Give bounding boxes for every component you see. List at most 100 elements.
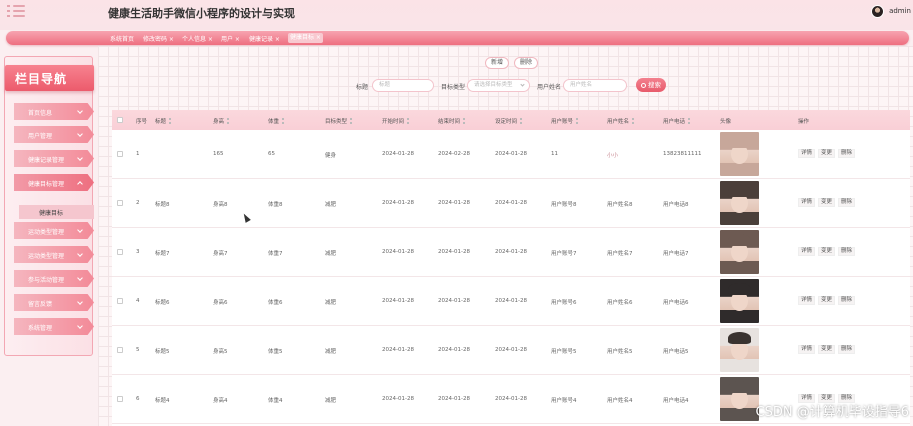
edit-row-button[interactable]: 变更	[818, 296, 836, 305]
cell-no: 6	[136, 396, 140, 402]
delete-row-button[interactable]: 删除	[838, 247, 856, 256]
column-header[interactable]: 标题	[155, 117, 173, 125]
column-header[interactable]: 设定时间	[495, 117, 524, 125]
column-header[interactable]: 用户账号	[551, 117, 580, 125]
cell-end: 2024-01-28	[438, 249, 470, 255]
cell-phone: 用户电话7	[663, 251, 689, 257]
search-button[interactable]: 搜索	[636, 78, 666, 92]
column-header[interactable]: 体重	[268, 117, 286, 125]
cell-height: 身高8	[213, 202, 228, 208]
cell-type: 减肥	[325, 398, 337, 404]
delete-row-button[interactable]: 删除	[838, 198, 856, 207]
edit-row-button[interactable]: 变更	[818, 149, 836, 158]
tab-label: 用户	[221, 36, 234, 43]
cell-name: 用户姓名8	[607, 202, 633, 208]
tab-label: 健康记录	[249, 36, 274, 43]
sidebar-item-label: 运动类型管理	[28, 253, 65, 260]
name-filter-input[interactable]: 用户姓名	[563, 79, 627, 92]
column-header-label: 结束时间	[438, 119, 461, 125]
cell-title: 标题4	[155, 398, 170, 404]
cell-phone: 用户电话6	[663, 300, 689, 306]
cell-start: 2024-01-28	[382, 298, 414, 304]
delete-row-button[interactable]: 删除	[838, 149, 856, 158]
title-filter-input[interactable]: 标题	[372, 79, 434, 92]
row-checkbox[interactable]	[117, 347, 123, 353]
cell-no: 5	[136, 347, 140, 353]
user-name: admin	[889, 7, 911, 15]
row-checkbox[interactable]	[117, 151, 123, 157]
column-header[interactable]: 用户姓名	[607, 117, 636, 125]
tab-4[interactable]: 健康记录 ×	[249, 34, 280, 43]
delete-button[interactable]: 删除	[514, 57, 538, 69]
cell-end: 2024-01-28	[438, 347, 470, 353]
sidebar-item-7[interactable]: 留言反馈	[14, 294, 94, 311]
tab-1[interactable]: 修改密码 ×	[143, 34, 174, 43]
row-checkbox[interactable]	[117, 298, 123, 304]
sidebar-item-4[interactable]: 运动类型管理	[14, 222, 94, 239]
cell-account: 用户账号6	[551, 300, 577, 306]
detail-row-button[interactable]: 详情	[798, 247, 816, 256]
select-all-checkbox[interactable]	[117, 117, 123, 123]
row-checkbox[interactable]	[117, 396, 123, 402]
column-header[interactable]: 结束时间	[438, 117, 467, 125]
column-header[interactable]: 开始时间	[382, 117, 411, 125]
add-button[interactable]: 新增	[485, 57, 509, 69]
tab-5[interactable]: 健康目标 ×	[288, 33, 323, 43]
tab-0[interactable]: 系统首页	[110, 34, 134, 43]
column-header[interactable]: 用户电话	[663, 117, 692, 125]
cell-end: 2024-01-28	[438, 200, 470, 206]
cell-height: 身高5	[213, 349, 228, 355]
type-filter-select[interactable]: 请选择目标类型	[467, 79, 530, 92]
cell-weight: 体重6	[268, 300, 283, 306]
column-header[interactable]: 身高	[213, 117, 231, 125]
close-icon[interactable]: ×	[273, 36, 280, 43]
sidebar-item-3[interactable]: 健康目标管理	[14, 174, 94, 191]
edit-row-button[interactable]: 变更	[818, 345, 836, 354]
delete-row-button[interactable]: 删除	[838, 296, 856, 305]
sidebar-item-0[interactable]: 首页信息	[14, 103, 94, 120]
user-menu[interactable]: admin	[871, 3, 911, 19]
tab-2[interactable]: 个人信息 ×	[182, 34, 213, 43]
detail-row-button[interactable]: 详情	[798, 345, 816, 354]
cell-set: 2024-01-28	[495, 151, 527, 157]
detail-row-button[interactable]: 详情	[798, 296, 816, 305]
avatar	[720, 328, 759, 372]
detail-row-button[interactable]: 详情	[798, 149, 816, 158]
edit-row-button[interactable]: 变更	[818, 198, 836, 207]
column-header-label: 用户姓名	[607, 119, 630, 125]
menu-icon[interactable]	[6, 2, 26, 22]
cell-start: 2024-01-28	[382, 151, 414, 157]
cell-weight: 体重8	[268, 202, 283, 208]
column-header-label: 用户账号	[551, 119, 574, 125]
cell-no: 1	[136, 151, 140, 157]
column-header[interactable]: 目标类型	[325, 117, 354, 125]
table-row: 1 165 65 健身 2024-01-28 2024-02-28 2024-01-28 11…	[112, 130, 910, 179]
close-icon[interactable]: ×	[314, 34, 321, 41]
row-checkbox[interactable]	[117, 249, 123, 255]
close-icon[interactable]: ×	[167, 36, 174, 43]
tab-3[interactable]: 用户 ×	[221, 34, 240, 43]
tab-label: 个人信息	[182, 36, 207, 43]
sidebar-item-6[interactable]: 参与活动管理	[14, 270, 94, 287]
top-bar: 健康生活助手微信小程序的设计与实现 admin	[0, 0, 913, 30]
detail-row-button[interactable]: 详情	[798, 198, 816, 207]
cell-type: 减肥	[325, 349, 337, 355]
sidebar-item-5[interactable]: 运动类型管理	[14, 246, 94, 263]
sort-icon	[575, 118, 580, 124]
sidebar-item-1[interactable]: 用户管理	[14, 126, 94, 143]
sidebar-subitem-goals[interactable]: 健康目标	[19, 205, 94, 219]
delete-row-button[interactable]: 删除	[838, 345, 856, 354]
sidebar-item-8[interactable]: 系统管理	[14, 318, 94, 335]
cell-height: 身高6	[213, 300, 228, 306]
sidebar-item-2[interactable]: 健康记录管理	[14, 150, 94, 167]
cell-name: 用户姓名5	[607, 349, 633, 355]
goals-table: 序号 标题 身高 体重 目标类型 开始时间 结束时间 设定时间 用户账号 用户姓名 用户电话 头像 操作…	[112, 110, 910, 426]
row-checkbox[interactable]	[117, 200, 123, 206]
close-icon[interactable]: ×	[206, 36, 213, 43]
cell-account: 用户账号5	[551, 349, 577, 355]
cell-title: 标题5	[155, 349, 170, 355]
close-icon[interactable]: ×	[233, 36, 240, 43]
cell-height: 165	[213, 151, 224, 157]
cell-account: 11	[551, 151, 558, 157]
edit-row-button[interactable]: 变更	[818, 247, 836, 256]
